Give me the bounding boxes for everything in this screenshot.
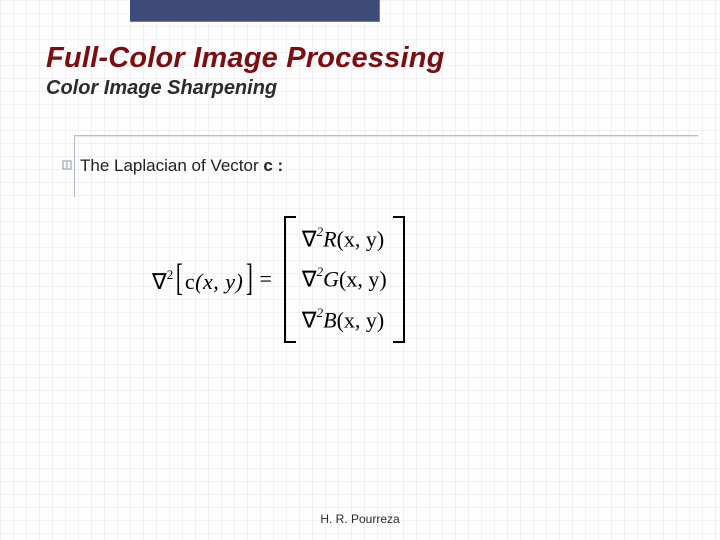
nabla-symbol: ∇ (302, 226, 317, 251)
slide-subtitle: Color Image Sharpening (46, 77, 690, 100)
matrix-right-bracket-icon (395, 216, 407, 343)
slide-accent-bar (130, 0, 380, 22)
author-name: H. R. Pourreza (320, 512, 399, 526)
args-r: (x, y) (337, 226, 385, 251)
matrix-column: ∇2R(x, y) ∇2G(x, y) ∇2B(x, y) (294, 216, 395, 343)
divider-tick (74, 135, 75, 197)
matrix-left-bracket-icon (282, 216, 294, 343)
lhs: ∇2 [ c(x, y) ] (152, 263, 249, 295)
header-divider (74, 135, 698, 136)
nabla-superscript: 2 (167, 267, 174, 282)
args-g: (x, y) (339, 267, 387, 292)
lead-vector: c : (263, 156, 283, 175)
right-bracket-icon: ] (246, 264, 253, 292)
nabla-symbol: ∇ (302, 267, 317, 292)
nabla-superscript: 2 (317, 305, 324, 320)
nabla-symbol: ∇ (302, 307, 317, 332)
equals-sign: = (255, 266, 275, 292)
fn-g: G (323, 267, 339, 292)
matrix-row-g: ∇2G(x, y) (302, 266, 387, 292)
nabla-symbol: ∇ (152, 269, 167, 294)
args-b: (x, y) (337, 307, 385, 332)
lhs-inner: c(x, y) (185, 269, 243, 294)
matrix-row-b: ∇2B(x, y) (302, 307, 387, 333)
fn-b: B (323, 307, 336, 332)
lhs-args: (x, y) (195, 269, 243, 294)
matrix-row-r: ∇2R(x, y) (302, 226, 387, 252)
fn-r: R (323, 226, 336, 251)
lead-text: The Laplacian of Vector (80, 156, 263, 175)
bullet-icon (62, 160, 72, 170)
nabla-superscript: 2 (317, 224, 324, 239)
lhs-c: c (185, 269, 195, 294)
slide-title: Full-Color Image Processing (46, 42, 690, 75)
rhs-matrix: ∇2R(x, y) ∇2G(x, y) ∇2B(x, y) (282, 216, 407, 343)
slide-header: Full-Color Image Processing Color Image … (46, 42, 690, 100)
lead-sentence: The Laplacian of Vector c : (80, 156, 283, 176)
nabla-superscript: 2 (317, 264, 324, 279)
laplacian-formula: ∇2 [ c(x, y) ] = ∇2R(x, y) ∇2G(x, y) ∇2B… (152, 216, 572, 343)
slide-footer: H. R. Pourreza (0, 512, 720, 526)
left-bracket-icon: [ (176, 264, 183, 292)
